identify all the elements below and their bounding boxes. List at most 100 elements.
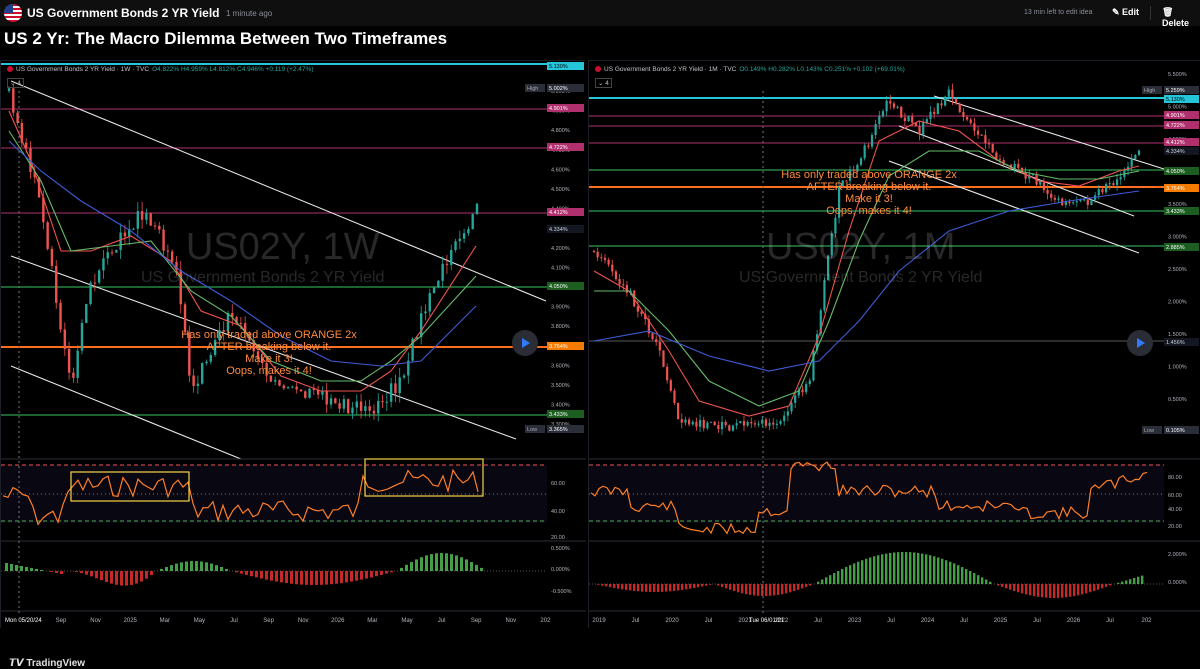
- candle-body: [911, 116, 913, 122]
- time-axis-label: Nov: [505, 618, 516, 624]
- candle-body: [937, 103, 939, 114]
- replay-play-button[interactable]: [1127, 330, 1153, 356]
- price-tick-label: 4.600%: [551, 167, 570, 173]
- price-badge-label: 5.130%: [1166, 97, 1185, 103]
- macd-histogram-bar: [380, 571, 383, 575]
- macd-histogram-bar: [1061, 584, 1063, 598]
- monthly-chart-panel[interactable]: 5.500%5.000%4.500%4.000%3.500%3.000%2.50…: [588, 60, 1200, 628]
- macd-histogram-bar: [295, 571, 298, 584]
- price-badge-label: 4.901%: [1166, 113, 1185, 119]
- macd-histogram-bar: [669, 584, 671, 591]
- macd-histogram-bar: [649, 584, 651, 592]
- indicator-toggle[interactable]: ⌄ 4: [7, 78, 24, 88]
- candle-body: [51, 249, 53, 266]
- annotation-line: AFTER breaking below it.: [769, 181, 969, 193]
- macd-histogram-bar: [185, 561, 188, 571]
- monthly-chart-canvas[interactable]: 5.500%5.000%4.500%4.000%3.500%3.000%2.50…: [589, 61, 1200, 629]
- weekly-chart-panel[interactable]: 5.000%4.900%4.800%4.700%4.600%4.500%4.40…: [0, 60, 585, 628]
- candle-body: [699, 420, 701, 427]
- symbol-title[interactable]: US Government Bonds 2 YR Yield: [27, 6, 220, 20]
- candle-body: [801, 390, 803, 393]
- macd-histogram-bar: [805, 584, 807, 587]
- price-badge-label: 4.050%: [549, 284, 568, 290]
- tradingview-icon: 𝙏𝙑: [9, 658, 26, 669]
- macd-histogram-bar: [873, 556, 875, 584]
- time-axis-label: 2026: [331, 618, 345, 624]
- tradingview-logo[interactable]: 𝙏𝙑 TradingView: [9, 658, 85, 669]
- weekly-chart-header: US Government Bonds 2 YR Yield · 1W · TV…: [7, 66, 313, 73]
- candle-body: [750, 422, 752, 423]
- macd-histogram-bar: [957, 565, 959, 584]
- candle-body: [1050, 194, 1052, 198]
- candle-body: [714, 422, 716, 425]
- macd-histogram-bar: [280, 571, 283, 582]
- macd-histogram-bar: [240, 571, 243, 574]
- candle-body: [46, 222, 48, 249]
- macd-histogram-bar: [1109, 584, 1111, 585]
- macd-histogram-bar: [745, 584, 747, 594]
- candle-body: [611, 265, 613, 272]
- edit-button[interactable]: ✎ Edit: [1112, 7, 1139, 18]
- annotation-line: Has only traded above ORANGE 2x: [174, 329, 364, 341]
- macd-histogram-bar: [901, 552, 903, 584]
- candle-body: [137, 211, 139, 229]
- candle-body: [1054, 198, 1056, 200]
- candle-body: [326, 391, 328, 404]
- time-axis-label: 2025: [994, 618, 1008, 624]
- watermark-ticker: US02Y, 1M: [739, 226, 982, 269]
- price-badge-label: 4.334%: [1166, 149, 1185, 155]
- macd-histogram-bar: [390, 571, 393, 572]
- candle-body: [739, 421, 741, 423]
- replay-play-button[interactable]: [512, 330, 538, 356]
- macd-histogram-bar: [629, 584, 631, 590]
- candle-body: [351, 407, 353, 413]
- us-flag-icon: [7, 66, 13, 72]
- macd-histogram-bar: [657, 584, 659, 592]
- macd-histogram-bar: [460, 557, 463, 571]
- candle-body: [330, 398, 332, 404]
- macd-histogram-bar: [769, 584, 771, 596]
- candle-body: [929, 112, 931, 119]
- macd-histogram-bar: [1057, 584, 1059, 598]
- rsi-tick-label: 20.00: [551, 535, 565, 541]
- candle-body: [141, 211, 143, 220]
- macd-histogram-bar: [370, 571, 373, 577]
- price-tick-label: 2.500%: [1168, 267, 1187, 273]
- macd-histogram-bar: [765, 584, 767, 596]
- candle-body: [948, 90, 950, 97]
- candle-body: [882, 111, 884, 116]
- macd-histogram-bar: [817, 582, 819, 584]
- candle-body: [970, 120, 972, 124]
- candle-body: [659, 342, 661, 351]
- macd-histogram-bar: [30, 568, 33, 571]
- candle-body: [399, 377, 401, 393]
- macd-histogram-bar: [320, 571, 323, 585]
- delete-button[interactable]: 🗑 Delete: [1162, 7, 1200, 28]
- price-tick-label: 1.500%: [1168, 332, 1187, 338]
- time-axis-label: Jul: [705, 618, 713, 624]
- price-tick-label: 5.000%: [1168, 105, 1187, 111]
- macd-histogram-bar: [1041, 584, 1043, 597]
- price-badge-label: 5.259%: [1166, 88, 1185, 94]
- candle-body: [119, 233, 121, 250]
- candle-body: [670, 380, 672, 391]
- price-tick-label: 4.100%: [551, 265, 570, 271]
- macd-histogram-bar: [789, 584, 791, 592]
- chart-annotation: Has only traded above ORANGE 2x AFTER br…: [174, 329, 364, 377]
- candle-body: [904, 118, 906, 121]
- macd-histogram-bar: [355, 571, 358, 581]
- macd-histogram-bar: [953, 563, 955, 584]
- macd-histogram-bar: [749, 584, 751, 595]
- macd-histogram-bar: [785, 584, 787, 593]
- candle-body: [875, 124, 877, 135]
- candle-body: [604, 258, 606, 260]
- macd-histogram-bar: [905, 552, 907, 584]
- macd-histogram-bar: [10, 564, 13, 571]
- annotation-line: Oops, makes it 4!: [174, 365, 364, 377]
- candle-body: [167, 251, 169, 252]
- indicator-toggle[interactable]: ⌄ 4: [595, 78, 612, 88]
- macd-histogram-bar: [360, 571, 363, 580]
- macd-histogram-bar: [893, 552, 895, 584]
- macd-histogram-bar: [925, 554, 927, 584]
- macd-histogram-bar: [1001, 584, 1003, 587]
